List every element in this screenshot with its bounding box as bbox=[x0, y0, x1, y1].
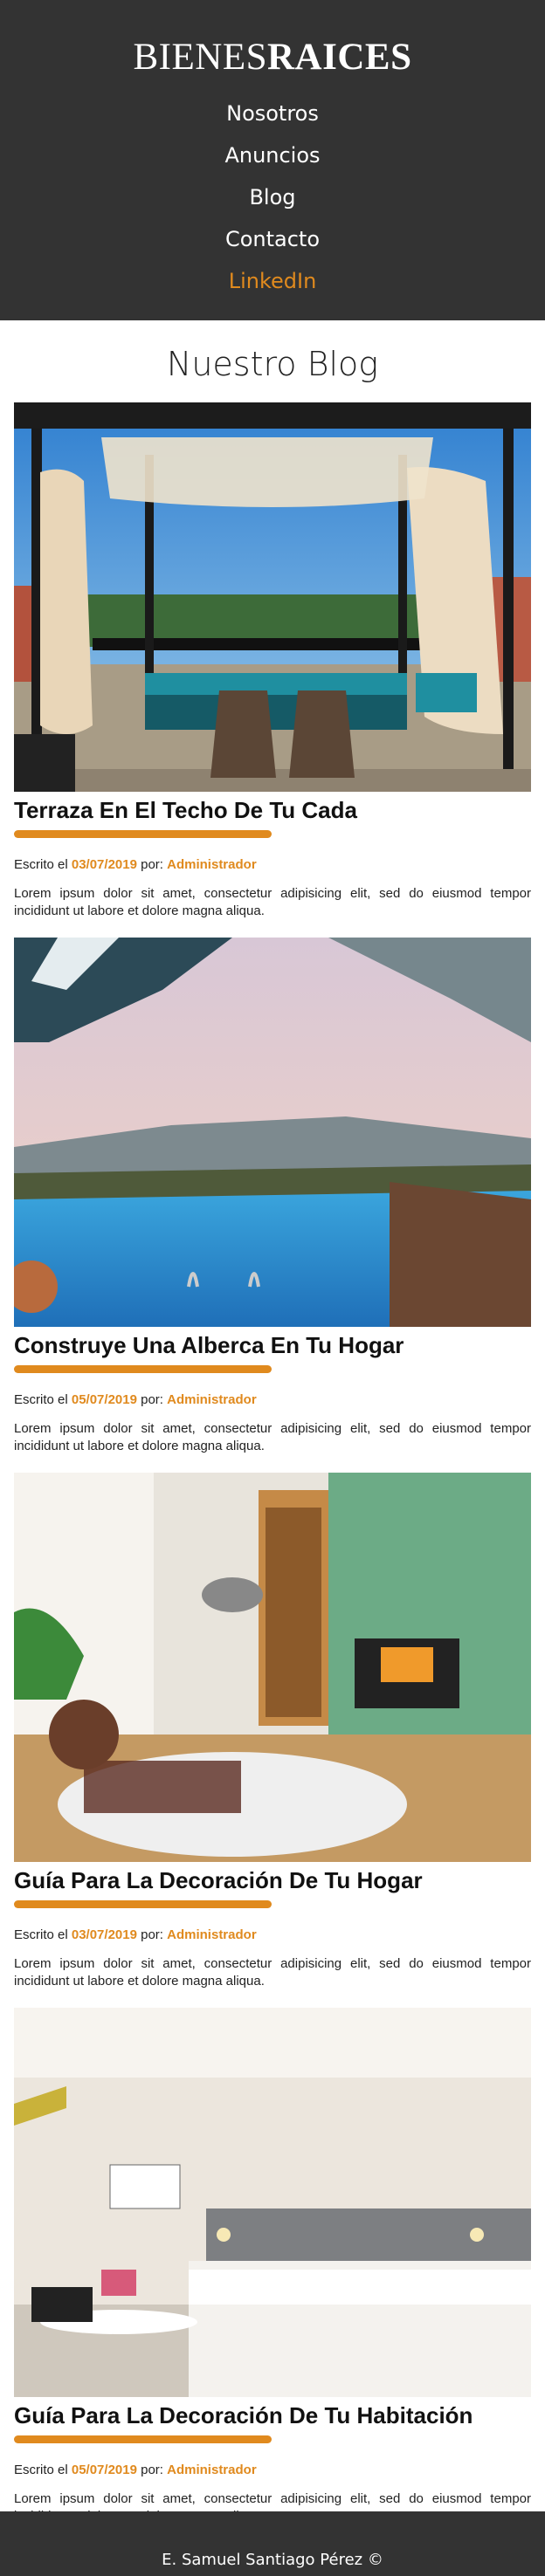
meta-by-prefix: por: bbox=[141, 2463, 163, 2477]
site-footer: E. Samuel Santiago Pérez © bbox=[0, 2511, 545, 2576]
entry-title[interactable]: Guía Para La Decoración De Tu Hogar bbox=[14, 1865, 531, 1895]
meta-date: 05/07/2019 bbox=[71, 2463, 137, 2477]
meta-author: Administrador bbox=[167, 2463, 257, 2477]
meta-written-prefix: Escrito el bbox=[14, 857, 68, 872]
footer-copyright: E. Samuel Santiago Pérez © bbox=[162, 2551, 383, 2569]
meta-date: 05/07/2019 bbox=[71, 1392, 137, 1407]
rooftop-terrace-image[interactable] bbox=[14, 402, 531, 792]
bedroom-image[interactable] bbox=[14, 2008, 531, 2397]
meta-author: Administrador bbox=[167, 1927, 257, 1942]
meta-author: Administrador bbox=[167, 1392, 257, 1407]
blog-entry: Guía Para La Decoración De Tu Hogar Escr… bbox=[14, 1473, 531, 1990]
meta-written-prefix: Escrito el bbox=[14, 2463, 68, 2477]
blog-entries: Terraza En El Techo De Tu Cada Escrito e… bbox=[0, 402, 545, 2525]
entry-meta: Escrito el 05/07/2019 por: Administrador bbox=[14, 2463, 531, 2477]
meta-date: 03/07/2019 bbox=[71, 1927, 137, 1942]
nav-link-linkedin[interactable]: LinkedIn bbox=[0, 260, 545, 302]
title-underline bbox=[14, 830, 272, 838]
nav-link-blog[interactable]: Blog bbox=[0, 176, 545, 218]
site-header: BIENESRAICES Nosotros Anuncios Blog Cont… bbox=[0, 0, 545, 320]
meta-author: Administrador bbox=[167, 857, 257, 872]
entry-meta: Escrito el 03/07/2019 por: Administrador bbox=[14, 1927, 531, 1942]
entry-title[interactable]: Guía Para La Decoración De Tu Habitación bbox=[14, 2401, 531, 2430]
blog-main: Nuestro Blog Terraza En El Techo De Tu C… bbox=[0, 343, 545, 2525]
title-underline bbox=[14, 1365, 272, 1373]
page-title: Nuestro Blog bbox=[166, 345, 379, 383]
entry-meta: Escrito el 05/07/2019 por: Administrador bbox=[14, 1392, 531, 1407]
living-room-image[interactable] bbox=[14, 1473, 531, 1862]
entry-excerpt: Lorem ipsum dolor sit amet, consectetur … bbox=[14, 1956, 531, 1989]
entry-meta: Escrito el 03/07/2019 por: Administrador bbox=[14, 857, 531, 872]
meta-written-prefix: Escrito el bbox=[14, 1392, 68, 1407]
pool-image[interactable] bbox=[14, 938, 531, 1327]
main-nav: Nosotros Anuncios Blog Contacto LinkedIn bbox=[0, 93, 545, 302]
blog-entry: Construye Una Alberca En Tu Hogar Escrit… bbox=[14, 938, 531, 1455]
nav-link-nosotros[interactable]: Nosotros bbox=[0, 93, 545, 134]
logo-text-normal: BIENES bbox=[133, 37, 267, 78]
meta-written-prefix: Escrito el bbox=[14, 1927, 68, 1942]
meta-date: 03/07/2019 bbox=[71, 857, 137, 872]
title-underline bbox=[14, 1900, 272, 1908]
title-underline bbox=[14, 2435, 272, 2443]
blog-entry: Terraza En El Techo De Tu Cada Escrito e… bbox=[14, 402, 531, 920]
site-logo[interactable]: BIENESRAICES bbox=[0, 33, 545, 82]
meta-by-prefix: por: bbox=[141, 1927, 163, 1942]
entry-title[interactable]: Construye Una Alberca En Tu Hogar bbox=[14, 1330, 531, 1360]
entry-excerpt: Lorem ipsum dolor sit amet, consectetur … bbox=[14, 886, 531, 918]
logo-text-bold: RAICES bbox=[267, 37, 412, 78]
nav-link-contacto[interactable]: Contacto bbox=[0, 218, 545, 260]
entry-title[interactable]: Terraza En El Techo De Tu Cada bbox=[14, 795, 531, 825]
blog-entry: Guía Para La Decoración De Tu Habitación… bbox=[14, 2008, 531, 2525]
meta-by-prefix: por: bbox=[141, 1392, 163, 1407]
meta-by-prefix: por: bbox=[141, 857, 163, 872]
nav-link-anuncios[interactable]: Anuncios bbox=[0, 134, 545, 176]
entry-excerpt: Lorem ipsum dolor sit amet, consectetur … bbox=[14, 1421, 531, 1453]
